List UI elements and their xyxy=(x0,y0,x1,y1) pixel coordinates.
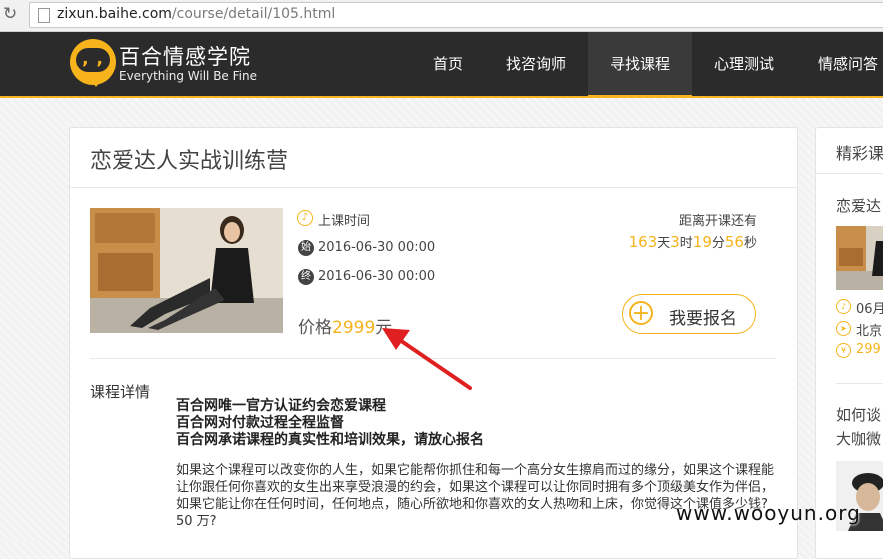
nav-find-counselor[interactable]: 找咨询师 xyxy=(490,32,582,96)
logo-title[interactable]: 百合情感学院 xyxy=(119,41,251,71)
end-time: 2016-06-30 00:00 xyxy=(318,269,436,284)
divider xyxy=(816,173,883,174)
enroll-button[interactable]: + 我要报名 xyxy=(622,294,756,334)
start-time: 2016-06-30 00:00 xyxy=(318,240,436,255)
clock-icon: ♪ xyxy=(297,210,313,226)
start-icon: 始 xyxy=(298,240,314,256)
course-title: 恋爱达人实战训练营 xyxy=(90,149,289,174)
browser-url-bar: ↻ zixun.baihe.com/course/detail/105.html xyxy=(0,0,883,32)
countdown: 163天3时19分56秒 xyxy=(628,233,757,251)
url-text: zixun.baihe.com/course/detail/105.html xyxy=(57,6,336,22)
highlight-3: 百合网承诺课程的真实性和培训效果，请放心报名 xyxy=(176,432,484,448)
class-time-label: 上课时间 xyxy=(318,214,371,229)
price-value: 2999 xyxy=(332,318,376,338)
course-image[interactable] xyxy=(90,208,283,333)
logo-icon[interactable]: , , xyxy=(70,39,116,87)
reload-icon[interactable]: ↻ xyxy=(3,3,17,25)
side-course-city: 北京 xyxy=(856,324,883,339)
logo-subtitle: Everything Will Be Fine xyxy=(119,69,257,83)
end-icon: 终 xyxy=(298,269,314,285)
side-title: 精彩课 xyxy=(836,144,883,163)
side-course-name[interactable]: 恋爱达 xyxy=(836,195,881,216)
side-question-subtitle[interactable]: 大咖微 xyxy=(836,428,881,449)
watermark: www.wooyun.org xyxy=(676,501,861,525)
location-icon: ➤ xyxy=(836,321,851,336)
address-bar[interactable]: zixun.baihe.com/course/detail/105.html xyxy=(29,2,883,28)
side-course-date: 06月 xyxy=(856,302,883,317)
nav-psych-test[interactable]: 心理测试 xyxy=(698,32,790,96)
nav-find-course[interactable]: 寻找课程 xyxy=(588,32,692,98)
featured-courses-panel: 精彩课 恋爱达 ♪ 06月 ➤ 北京 ¥ 299 如何谈 大咖微 xyxy=(815,127,883,559)
plus-icon: + xyxy=(629,301,653,325)
side-question-title[interactable]: 如何谈 xyxy=(836,404,881,425)
page-icon xyxy=(38,8,50,23)
nav-qa[interactable]: 情感问答 xyxy=(802,32,883,96)
divider xyxy=(70,187,797,188)
nav-home[interactable]: 首页 xyxy=(415,32,481,96)
red-arrow-annotation xyxy=(382,328,472,390)
clock-icon: ♪ xyxy=(836,299,851,314)
course-detail-label: 课程详情 xyxy=(90,383,151,401)
side-course-price: 299 xyxy=(856,342,881,357)
site-header: , , 百合情感学院 Everything Will Be Fine 首页 找咨… xyxy=(0,32,883,98)
enroll-label: 我要报名 xyxy=(669,309,737,329)
divider xyxy=(836,383,883,384)
yen-icon: ¥ xyxy=(836,343,851,358)
side-course-image[interactable] xyxy=(836,226,883,290)
countdown-label: 距离开课还有 xyxy=(678,214,757,229)
